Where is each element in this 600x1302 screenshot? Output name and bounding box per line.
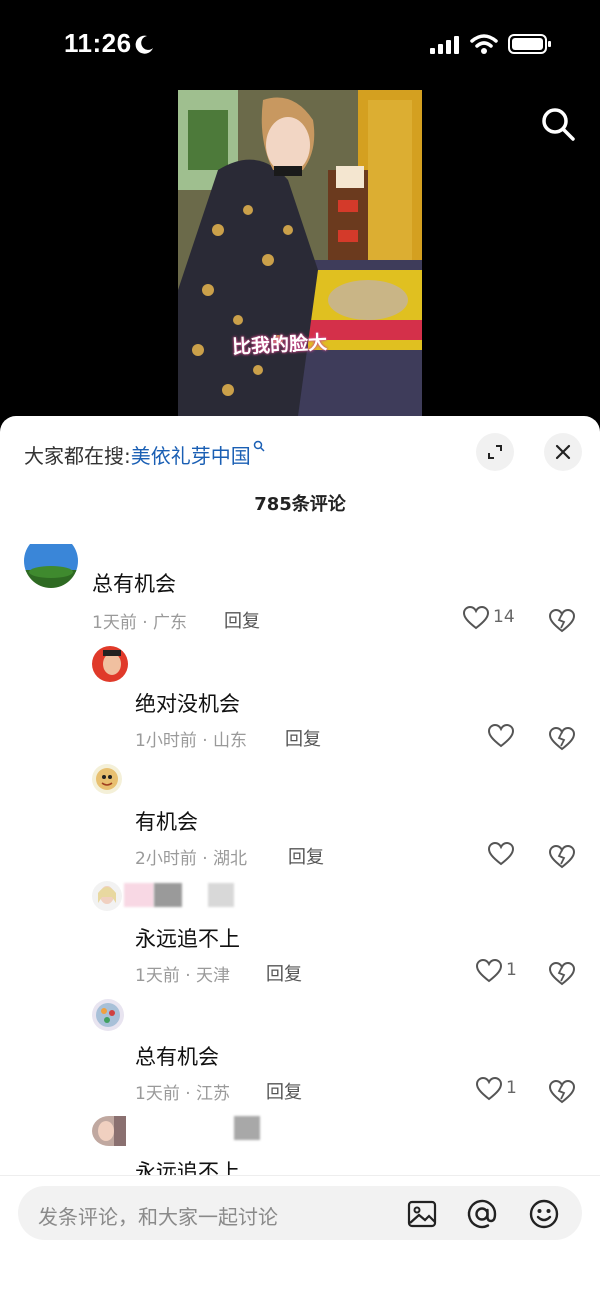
comment-item: 永远追不上 1天前 · 天津 回复 1 (0, 881, 600, 991)
at-icon[interactable] (466, 1198, 498, 1230)
comment-item: 总有机会 1天前 · 江苏 回复 1 (0, 999, 600, 1109)
comment-meta: 1小时前 · 山东 (135, 731, 248, 751)
comment-count: 785条评论 (254, 494, 346, 515)
like-count: 14 (493, 607, 515, 627)
like-button[interactable]: 14 (463, 606, 523, 632)
like-button[interactable]: 1 (476, 959, 526, 985)
status-time: 11:26 (64, 28, 132, 58)
avatar[interactable] (24, 534, 78, 588)
comment-item: 有机会 2小时前 · 湖北 回复 (0, 764, 600, 874)
reply-button[interactable]: 回复 (224, 607, 260, 633)
expand-icon (488, 445, 502, 459)
heart-icon (463, 606, 489, 630)
status-bar: 11:26 (0, 0, 600, 90)
image-icon[interactable] (406, 1198, 438, 1230)
emoji-icon[interactable] (528, 1198, 560, 1230)
hot-search[interactable]: 大家都在搜:美依礼芽中国 (24, 440, 265, 469)
reply-button[interactable]: 回复 (266, 1078, 302, 1104)
comment-item: 总有机会 1天前 · 广东 回复 14 (0, 534, 600, 634)
username-blurred (154, 883, 182, 907)
comment-meta: 1天前 · 江苏 (135, 1084, 231, 1104)
like-button[interactable] (488, 724, 528, 750)
close-button[interactable] (544, 433, 582, 471)
expand-button[interactable] (476, 433, 514, 471)
comment-sheet: 大家都在搜:美依礼芽中国 785条评论 总有机会 1天前 · 广东 回复 14 (0, 416, 600, 1301)
moon-icon (135, 35, 153, 54)
comment-text: 总有机会 (92, 572, 176, 596)
comment-input[interactable]: 发条评论，和大家一起讨论 (18, 1186, 582, 1240)
comment-input-placeholder: 发条评论，和大家一起讨论 (38, 1205, 278, 1229)
like-count: 1 (506, 1078, 517, 1098)
comment-text: 有机会 (135, 810, 198, 834)
wifi-icon (470, 34, 498, 54)
comment-meta: 1天前 · 天津 (135, 966, 231, 986)
comment-text: 永远追不上 (135, 927, 240, 951)
video-frame (178, 90, 422, 416)
avatar[interactable] (92, 646, 128, 682)
broken-heart-icon[interactable] (549, 961, 575, 987)
heart-icon (476, 959, 502, 983)
username-blurred (208, 883, 234, 907)
comment-input-bar: 发条评论，和大家一起讨论 (0, 1175, 600, 1302)
comment-meta: 2小时前 · 湖北 (135, 849, 248, 869)
like-button[interactable] (488, 842, 528, 868)
heart-icon (476, 1077, 502, 1101)
comment-text: 总有机会 (135, 1045, 219, 1069)
hot-search-label: 大家都在搜: (24, 444, 131, 468)
close-icon (555, 444, 571, 460)
broken-heart-icon[interactable] (549, 608, 575, 634)
avatar[interactable] (92, 999, 124, 1031)
avatar[interactable] (92, 1116, 126, 1146)
hot-search-keyword[interactable]: 美依礼芽中国 (131, 444, 251, 468)
like-button[interactable]: 1 (476, 1077, 526, 1103)
avatar[interactable] (92, 881, 122, 911)
battery-icon (508, 34, 551, 54)
search-icon (253, 440, 265, 452)
broken-heart-icon[interactable] (549, 844, 575, 870)
search-icon[interactable] (538, 104, 578, 144)
heart-icon (488, 842, 514, 866)
comment-item: 绝对没机会 1小时前 · 山东 回复 (0, 646, 600, 756)
username-blurred (124, 883, 154, 907)
heart-icon (488, 724, 514, 748)
video-player[interactable] (178, 90, 422, 416)
broken-heart-icon[interactable] (549, 1079, 575, 1105)
username-blurred (234, 1116, 260, 1140)
comment-text: 绝对没机会 (135, 692, 240, 716)
avatar[interactable] (92, 764, 122, 794)
like-count: 1 (506, 960, 517, 980)
video-subtitle: 比我的脸大 (231, 331, 328, 359)
signal-icon (430, 36, 459, 54)
broken-heart-icon[interactable] (549, 726, 575, 752)
reply-button[interactable]: 回复 (266, 960, 302, 986)
reply-button[interactable]: 回复 (285, 725, 321, 751)
reply-button[interactable]: 回复 (288, 843, 324, 869)
comment-meta: 1天前 · 广东 (92, 613, 188, 633)
